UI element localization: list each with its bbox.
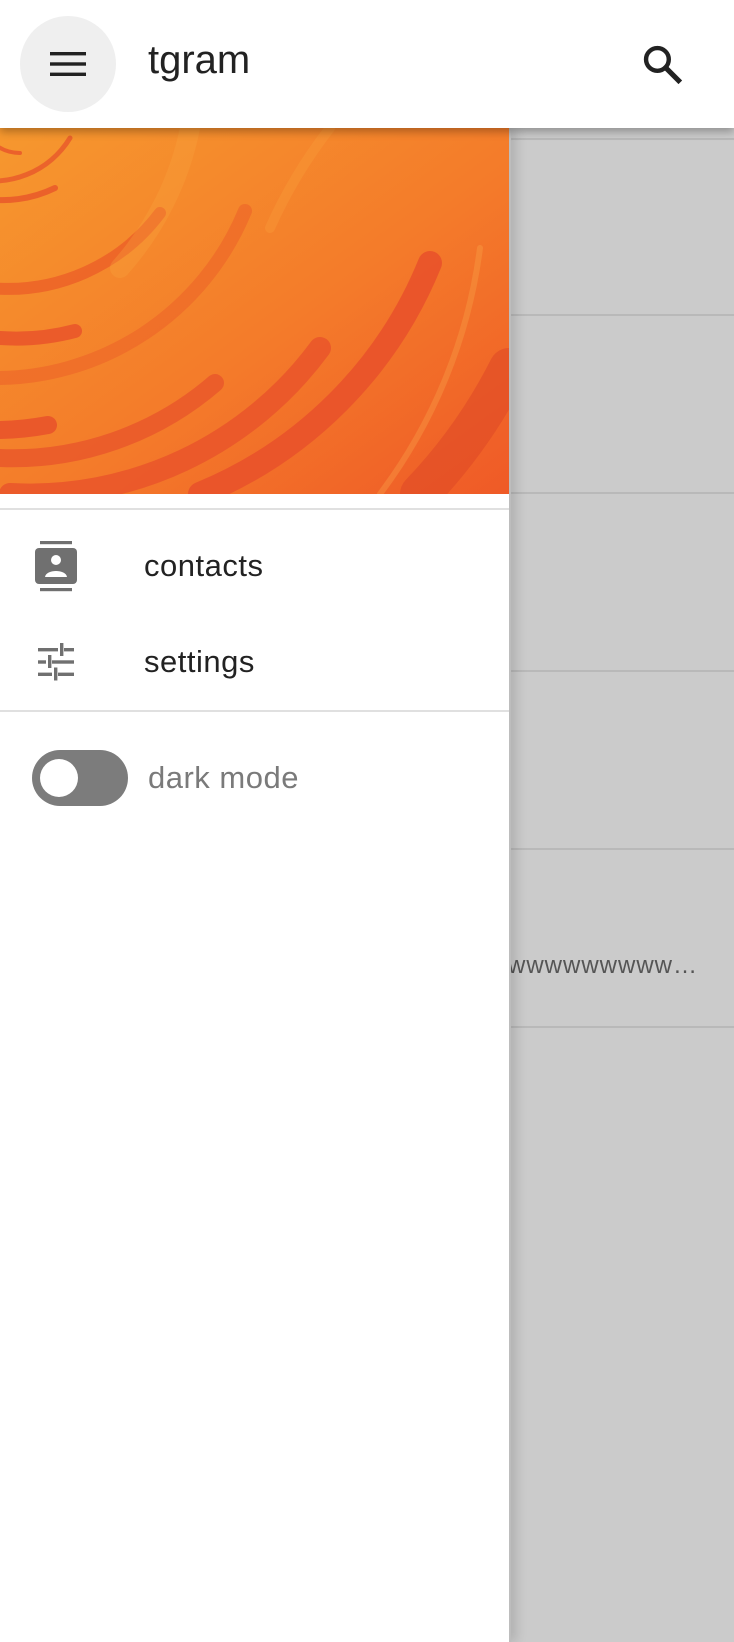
app-root: wwwwwwwwwwwwwwwwwwwwww tgram	[0, 0, 734, 1642]
drawer-header-banner	[0, 128, 509, 494]
dark-mode-toggle[interactable]	[32, 750, 128, 806]
toggle-knob	[40, 759, 78, 797]
chat-preview-text: wwwwwwwwwwwwwwwwwwwwww	[508, 952, 708, 979]
menu-button[interactable]	[20, 16, 116, 112]
tune-sliders-icon	[34, 636, 78, 688]
drawer-item-settings[interactable]: settings	[0, 614, 509, 710]
search-icon	[643, 45, 683, 85]
navigation-drawer: contacts settings dark mode	[0, 128, 511, 1642]
drawer-item-label: settings	[144, 644, 255, 679]
search-button[interactable]	[626, 28, 698, 100]
hamburger-menu-icon	[50, 52, 86, 76]
drawer-item-label: contacts	[144, 548, 264, 583]
contacts-icon	[34, 540, 78, 592]
drawer-divider	[0, 508, 509, 510]
dark-mode-row: dark mode	[0, 712, 509, 842]
dark-mode-label: dark mode	[148, 760, 299, 795]
top-app-bar: tgram	[0, 0, 734, 128]
drawer-item-contacts[interactable]: contacts	[0, 518, 509, 614]
app-title: tgram	[148, 38, 251, 82]
